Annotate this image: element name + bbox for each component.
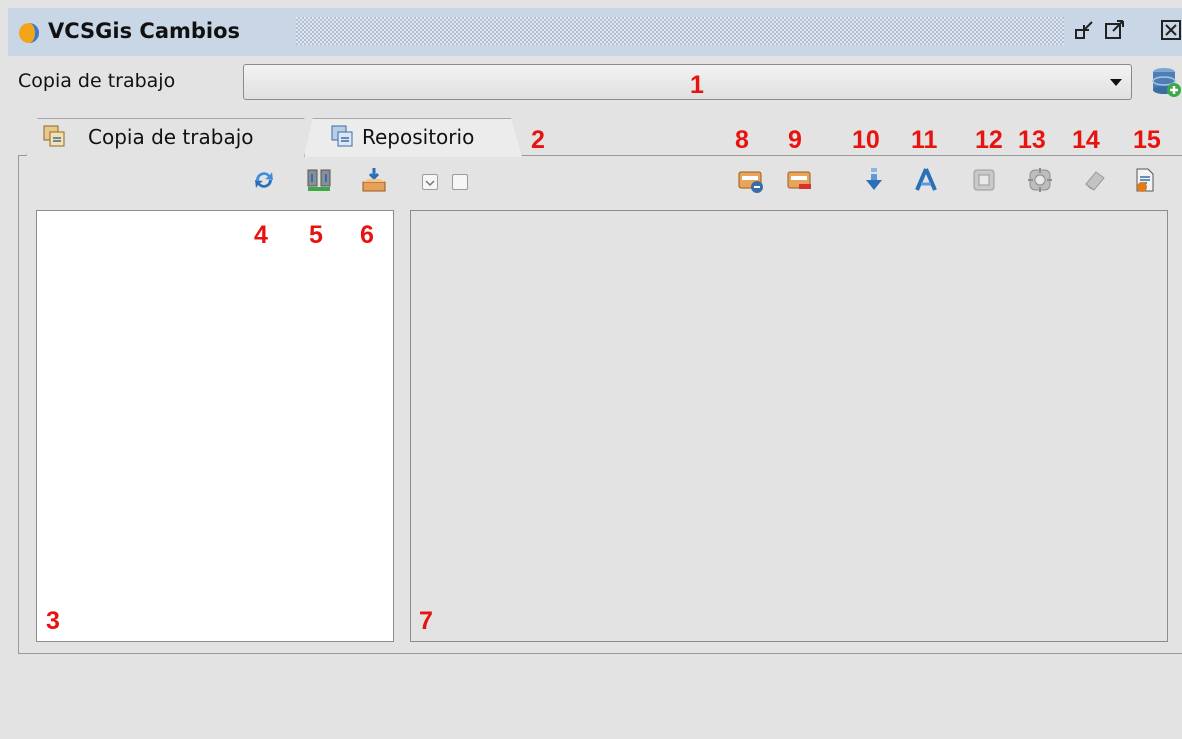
select-all-checkbox[interactable] [422,174,438,190]
changes-table-pane[interactable] [410,210,1168,642]
callout-10: 10 [852,126,880,154]
app-logo-icon [19,23,39,43]
close-icon[interactable] [1160,18,1182,42]
zoom-icon [1028,168,1052,192]
minimize-icon[interactable] [1074,18,1096,42]
callout-2: 2 [531,126,545,154]
callout-13: 13 [1018,126,1046,154]
maximize-icon[interactable] [1104,18,1126,42]
callout-5: 5 [309,221,323,249]
tab-repository-label: Repositorio [362,125,475,149]
window-title: VCSGis Cambios [48,19,241,43]
refresh-icon[interactable] [250,166,278,194]
working-copy-tab-icon [43,125,65,147]
database-add-icon[interactable] [1150,66,1182,98]
callout-12: 12 [975,126,1003,154]
chevron-down-icon[interactable] [1108,76,1124,88]
repository-tab-icon [331,125,353,147]
report-icon[interactable] [1130,166,1158,194]
show-changes-icon[interactable] [736,166,764,194]
callout-8: 8 [735,126,749,154]
callout-1: 1 [690,71,704,99]
callout-9: 9 [788,126,802,154]
callout-11: 11 [911,126,938,154]
callout-3: 3 [46,607,60,635]
import-icon[interactable] [360,166,388,194]
title-drag-area[interactable] [296,17,1064,45]
check-icon [425,180,435,187]
callout-4: 4 [254,221,268,249]
select-all-icon [973,169,995,191]
callout-15: 15 [1133,126,1161,154]
callout-6: 6 [360,221,374,249]
eraser-icon [1085,171,1105,191]
tab-working-copy-label: Copia de trabajo [88,125,254,149]
download-changes-icon[interactable] [305,166,333,194]
working-copy-label: Copia de trabajo [18,70,176,92]
working-copy-dropdown[interactable] [243,64,1132,100]
changes-list-pane[interactable] [36,210,394,642]
merge-icon[interactable] [912,166,940,194]
deselect-all-checkbox[interactable] [452,174,468,190]
remove-changes-icon[interactable] [785,166,813,194]
callout-14: 14 [1072,126,1100,154]
update-icon[interactable] [860,166,888,194]
callout-7: 7 [419,607,433,635]
